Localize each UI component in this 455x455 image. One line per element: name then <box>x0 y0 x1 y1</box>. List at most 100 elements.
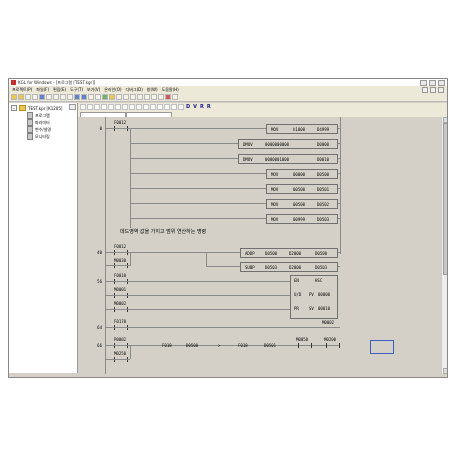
contact[interactable] <box>326 343 340 348</box>
menu-project[interactable]: 프로젝트(P) <box>12 87 32 93</box>
help-icon[interactable] <box>165 94 171 100</box>
open-project-icon[interactable] <box>18 94 24 100</box>
monitor-icon[interactable] <box>109 94 115 100</box>
compare-operator: > <box>218 343 221 348</box>
tree-item-monitoring[interactable]: 모니터링 <box>27 133 50 140</box>
mdi-close-button[interactable] <box>438 86 444 93</box>
ladder-editor[interactable]: 0 F0012 MOV h1000 D4999 DMOV 0000000000 … <box>78 117 441 374</box>
tree-item-variables[interactable]: 변수/설명 <box>27 126 51 133</box>
step-number: 64 <box>97 325 102 330</box>
options-icon[interactable] <box>151 94 157 100</box>
nc-contact-icon[interactable] <box>94 104 100 110</box>
step-number: 56 <box>97 279 102 284</box>
copy-icon[interactable] <box>46 94 52 100</box>
upload-icon[interactable] <box>88 94 94 100</box>
menu-file[interactable]: 파일(F) <box>36 87 49 93</box>
zoom-out-icon[interactable] <box>150 104 156 110</box>
connect-icon[interactable] <box>102 94 108 100</box>
zoom-in-icon[interactable] <box>143 104 149 110</box>
ncoil-icon[interactable] <box>122 104 128 110</box>
vertical-scrollbar[interactable] <box>441 117 447 374</box>
compare-operand: D0500 <box>186 343 199 348</box>
instruction-block[interactable]: ADDP D0500 D2000 D0500 <box>240 248 338 258</box>
mdi-restore-button[interactable] <box>430 86 436 93</box>
new-project-icon[interactable] <box>11 94 17 100</box>
scroll-down-icon[interactable] <box>443 368 447 374</box>
cut-icon[interactable] <box>39 94 45 100</box>
step-icon[interactable] <box>137 94 143 100</box>
select-icon[interactable] <box>80 104 86 110</box>
instruction-block[interactable]: MOV 00500 D0501 <box>266 184 338 194</box>
rung-comment[interactable]: 데드영역 값을 가지고 범위 연산하는 명령 <box>120 228 206 235</box>
reset-icon[interactable] <box>144 94 150 100</box>
compare-operand: F018 <box>238 343 248 348</box>
compare-icon[interactable] <box>95 94 101 100</box>
menu-bar: 프로젝트(P) 파일(F) 편집(E) 도구(T) 보기(V) 온라인(O) 디… <box>9 86 447 93</box>
menu-window[interactable]: 창(W) <box>147 87 158 93</box>
menu-debug[interactable]: 디버그(D) <box>126 87 143 93</box>
vline-icon[interactable] <box>108 104 114 110</box>
save-icon[interactable] <box>25 94 31 100</box>
menu-view[interactable]: 보기(V) <box>87 87 100 93</box>
instruction-block[interactable]: MOV 00500 D0502 <box>266 199 338 209</box>
context-help-icon[interactable] <box>172 94 178 100</box>
instruction-block[interactable]: MOV h1000 D4999 <box>266 124 338 134</box>
title-bar: KGL for Windows - [프로그램 [TEST.kgr]] <box>9 79 447 86</box>
find-icon[interactable] <box>67 94 73 100</box>
rung-line <box>106 359 130 360</box>
instruction-block[interactable]: SUBP D0503 D2000 D0503 <box>240 262 338 272</box>
instruction-block[interactable]: DMOV 0000000000 D0000 <box>238 139 338 149</box>
menu-tools[interactable]: 도구(T) <box>70 87 83 93</box>
document-icon <box>27 126 33 133</box>
coil-icon[interactable] <box>115 104 121 110</box>
folder-icon <box>19 105 26 111</box>
ladder-toolbar: D V R R <box>78 103 447 111</box>
contact[interactable] <box>298 343 312 348</box>
settings-icon[interactable] <box>158 94 164 100</box>
stop-icon[interactable] <box>123 94 129 100</box>
table-view-icon[interactable] <box>178 104 184 110</box>
tree-item-label: 프로그램 <box>35 112 50 118</box>
download-icon[interactable] <box>81 94 87 100</box>
compare-operand: F018 <box>162 343 172 348</box>
pause-icon[interactable] <box>130 94 136 100</box>
left-power-rail <box>105 117 106 374</box>
no-contact-icon[interactable] <box>87 104 93 110</box>
instruction-block[interactable]: DMOV 0000001000 D0010 <box>238 154 338 164</box>
tool-letter[interactable]: R <box>207 104 211 110</box>
document-icon <box>27 112 33 119</box>
tree-item-program[interactable]: 프로그램 <box>27 112 50 119</box>
func-icon[interactable] <box>136 104 142 110</box>
scroll-thumb[interactable] <box>443 123 447 275</box>
pulse-icon[interactable] <box>129 104 135 110</box>
mdi-minimize-button[interactable] <box>422 86 428 93</box>
hline-icon[interactable] <box>101 104 107 110</box>
contact-label: F0012 <box>114 120 127 125</box>
menu-edit[interactable]: 편집(E) <box>53 87 66 93</box>
undo-icon[interactable] <box>60 94 66 100</box>
find-device-icon[interactable] <box>157 104 163 110</box>
paste-icon[interactable] <box>53 94 59 100</box>
compile-icon[interactable] <box>74 94 80 100</box>
print-icon[interactable] <box>32 94 38 100</box>
ladder-view-icon[interactable] <box>164 104 170 110</box>
instruction-block[interactable]: MOV 00999 D0503 <box>266 214 338 224</box>
tree-close-icon[interactable] <box>69 104 76 110</box>
tool-letter[interactable]: D <box>186 104 190 110</box>
list-view-icon[interactable] <box>171 104 177 110</box>
hsc-function-block[interactable]: EN HSC U/D PV 00000 PR SV 00010 <box>290 275 338 319</box>
tree-item-parameter[interactable]: 파라미터 <box>27 119 50 126</box>
tool-letter[interactable]: R <box>200 104 204 110</box>
menu-help[interactable]: 도움말(H) <box>162 87 179 93</box>
branch-line <box>206 252 207 266</box>
menu-online[interactable]: 온라인(O) <box>104 87 121 93</box>
edit-cursor[interactable] <box>370 340 394 354</box>
instruction-block[interactable]: MOV 00000 D0500 <box>266 169 338 179</box>
contact-label: F0170 <box>114 319 127 324</box>
collapse-icon[interactable]: − <box>11 105 17 111</box>
document-icon <box>27 119 33 126</box>
branch-line <box>130 345 131 359</box>
tree-root[interactable]: − TEST.kpr [K1205] <box>11 105 62 111</box>
run-icon[interactable] <box>116 94 122 100</box>
tool-letter[interactable]: V <box>193 104 197 110</box>
